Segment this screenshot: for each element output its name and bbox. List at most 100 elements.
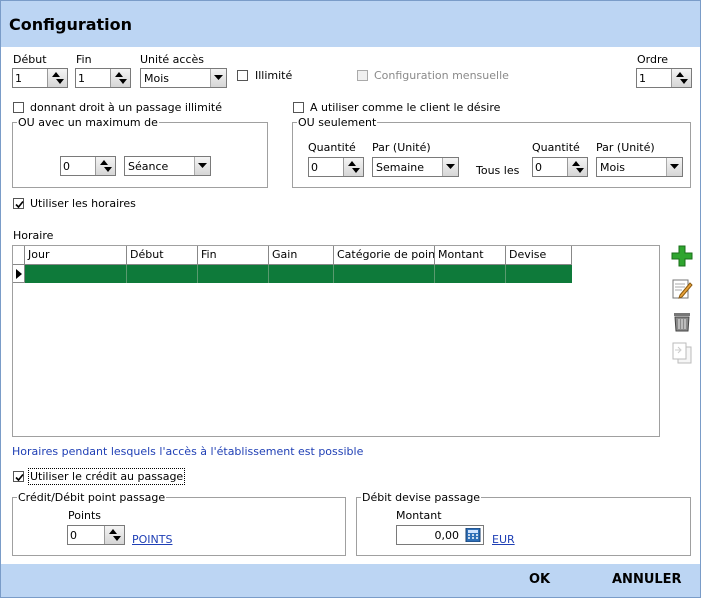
annuler-button[interactable]: ANNULER (612, 572, 682, 587)
configuration-window: Configuration Début 1 Fin 1 Unité accès … (0, 0, 701, 598)
chevron-down-icon[interactable] (666, 158, 682, 176)
spinner-arrows-icon[interactable] (110, 69, 130, 87)
spinner-arrows-icon[interactable] (671, 69, 691, 87)
ou-max-legend: OU avec un maximum de (18, 116, 158, 129)
chevron-down-icon[interactable] (194, 157, 210, 175)
ou-seulement-qty-label: Quantité (308, 141, 356, 154)
ou-max-unit-value: Séance (128, 160, 169, 173)
a-utiliser-label: A utiliser comme le client le désire (310, 101, 501, 114)
donnant-droit-checkbox[interactable] (13, 102, 24, 113)
debut-spinner[interactable]: 1 (12, 68, 68, 88)
current-row-arrow-icon (16, 269, 22, 279)
unite-label: Unité accès (140, 53, 204, 66)
column-header-categorie[interactable]: Catégorie de poin (334, 246, 435, 265)
ok-button[interactable]: OK (529, 572, 550, 587)
ou-seulement-qty2-value: 0 (535, 161, 542, 174)
spinner-arrows-icon[interactable] (47, 69, 67, 87)
utiliser-credit-label: Utiliser le crédit au passage (28, 468, 186, 485)
credit-point-group: Crédit/Débit point passage (12, 491, 346, 556)
ordre-label: Ordre (637, 53, 669, 66)
chevron-down-icon[interactable] (442, 158, 458, 176)
window-title: Configuration (9, 15, 133, 34)
ou-seulement-par-label: Par (Unité) (372, 141, 431, 154)
ou-seulement-legend: OU seulement (298, 116, 377, 129)
ou-max-unit-select[interactable]: Séance (124, 156, 211, 176)
utiliser-credit-checkbox[interactable] (13, 471, 24, 482)
table-row[interactable] (25, 265, 572, 283)
fin-spinner[interactable]: 1 (75, 68, 131, 88)
column-header-fin[interactable]: Fin (198, 246, 269, 265)
unite-value: Mois (144, 72, 170, 85)
montant-field[interactable]: 0,00 (396, 525, 484, 545)
debut-label: Début (13, 53, 47, 66)
illimite-checkbox[interactable] (237, 70, 248, 81)
illimite-label: Illimité (255, 69, 293, 82)
column-header-gain[interactable]: Gain (269, 246, 334, 265)
debit-devise-group: Débit devise passage (356, 491, 691, 556)
column-header-devise[interactable]: Devise (506, 246, 572, 265)
ou-max-qty-spinner[interactable]: 0 (60, 156, 116, 176)
horaire-label: Horaire (13, 229, 54, 242)
ou-seulement-qty2-label: Quantité (532, 141, 580, 154)
ou-seulement-qty-value: 0 (311, 161, 318, 174)
ou-seulement-par2-label: Par (Unité) (596, 141, 655, 154)
points-label: Points (68, 509, 102, 522)
horaire-note: Horaires pendant lesquels l'accès à l'ét… (12, 445, 364, 458)
ordre-value: 1 (639, 72, 646, 85)
ou-seulement-qty2-spinner[interactable]: 0 (532, 157, 588, 177)
title-bar: Configuration (1, 1, 700, 47)
tous-les-label: Tous les (476, 164, 520, 177)
cell-divider (268, 265, 269, 283)
ou-seulement-par2-select[interactable]: Mois (596, 157, 683, 177)
ou-seulement-qty-spinner[interactable]: 0 (308, 157, 364, 177)
credit-point-legend: Crédit/Débit point passage (18, 491, 166, 504)
spinner-arrows-icon[interactable] (104, 526, 124, 544)
debit-devise-legend: Débit devise passage (362, 491, 481, 504)
utiliser-horaires-checkbox[interactable] (13, 198, 24, 209)
column-header-debut[interactable]: Début (127, 246, 198, 265)
button-bar: OK ANNULER (1, 564, 700, 597)
checkmark-icon (15, 473, 24, 482)
points-value: 0 (70, 529, 77, 542)
edit-icon[interactable] (670, 277, 694, 301)
row-header-corner (13, 246, 25, 265)
checkmark-icon (15, 200, 24, 209)
spinner-arrows-icon[interactable] (567, 158, 587, 176)
config-mensuelle-label: Configuration mensuelle (374, 69, 509, 82)
montant-value: 0,00 (434, 529, 460, 542)
montant-label: Montant (396, 509, 442, 522)
ou-max-group: OU avec un maximum de (12, 116, 268, 188)
ou-seulement-par-select[interactable]: Semaine (372, 157, 459, 177)
copy-icon[interactable] (670, 341, 694, 365)
ou-max-qty-value: 0 (63, 160, 70, 173)
fin-label: Fin (76, 53, 92, 66)
cell-divider (333, 265, 334, 283)
column-header-montant[interactable]: Montant (435, 246, 506, 265)
chevron-down-icon[interactable] (210, 69, 226, 87)
delete-icon[interactable] (670, 309, 694, 333)
ou-seulement-par-value: Semaine (376, 161, 425, 174)
config-mensuelle-checkbox[interactable] (357, 70, 368, 81)
eur-link[interactable]: EUR (492, 533, 515, 546)
column-header-jour[interactable]: Jour (25, 246, 127, 265)
donnant-droit-label: donnant droit à un passage illimité (30, 101, 222, 114)
cell-divider (197, 265, 198, 283)
a-utiliser-checkbox[interactable] (293, 102, 304, 113)
add-icon[interactable] (670, 244, 694, 268)
horaire-table[interactable]: Jour Début Fin Gain Catégorie de poin Mo… (12, 245, 660, 437)
ou-seulement-par2-value: Mois (600, 161, 626, 174)
cell-divider (434, 265, 435, 283)
spinner-arrows-icon[interactable] (343, 158, 363, 176)
debut-value: 1 (15, 72, 22, 85)
fin-value: 1 (78, 72, 85, 85)
points-spinner[interactable]: 0 (67, 525, 125, 545)
spinner-arrows-icon[interactable] (95, 157, 115, 175)
utiliser-horaires-label: Utiliser les horaires (30, 197, 136, 210)
cell-divider (126, 265, 127, 283)
unite-select[interactable]: Mois (140, 68, 227, 88)
cell-divider (505, 265, 506, 283)
points-link[interactable]: POINTS (132, 533, 172, 546)
calculator-icon[interactable] (465, 527, 481, 543)
row-selector[interactable] (13, 265, 25, 283)
ordre-spinner[interactable]: 1 (636, 68, 692, 88)
